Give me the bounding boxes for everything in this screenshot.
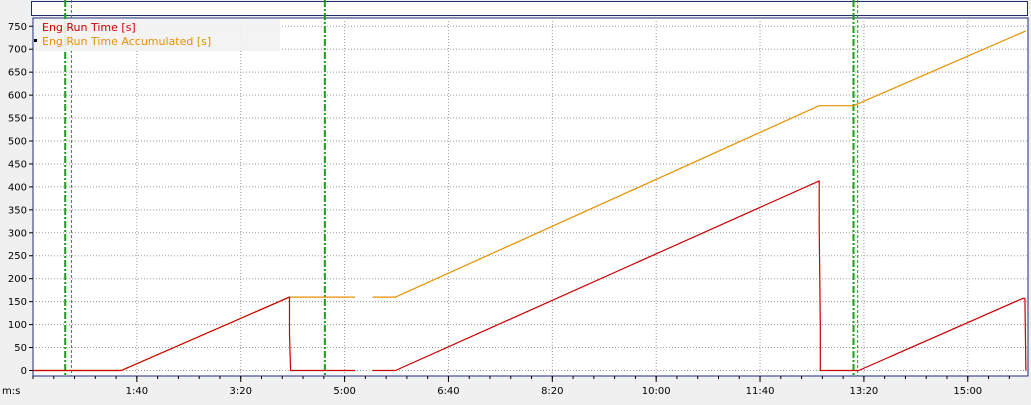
x-tick-label: 6:40 <box>437 386 459 397</box>
y-tick-label: 450 <box>8 159 27 170</box>
y-tick-label: 150 <box>8 297 27 308</box>
x-tick-label: 3:20 <box>229 386 251 397</box>
y-tick-label: 550 <box>8 114 27 125</box>
y-tick-label: 350 <box>8 205 27 216</box>
x-tick-label: 13:20 <box>849 386 878 397</box>
y-tick-label: 100 <box>8 320 27 331</box>
y-tick-label: 750 <box>8 22 27 33</box>
y-tick-label: 650 <box>8 68 27 79</box>
x-tick-label: 11:40 <box>746 386 775 397</box>
x-tick-label: 15:00 <box>953 386 982 397</box>
legend-entry: Eng Run Time [s] <box>42 21 136 34</box>
x-unit-label: m:s <box>2 386 20 397</box>
x-tick-label: 8:20 <box>541 386 563 397</box>
y-tick-label: 50 <box>14 343 27 354</box>
y-tick-label: 700 <box>8 45 27 56</box>
y-tick-label: 200 <box>8 274 27 285</box>
y-tick-label: 600 <box>8 91 27 102</box>
y-axis: 0 50 100 150 200 250 300 350 400 450 500 550 600 650 7… <box>8 22 33 377</box>
y-tick-label: 300 <box>8 228 27 239</box>
plot-area[interactable] <box>32 17 1029 377</box>
x-tick-label: 5:00 <box>333 386 355 397</box>
legend: Eng Run Time [s]Eng Run Time Accumulated… <box>34 19 280 51</box>
y-tick-label: 400 <box>8 182 27 193</box>
y-tick-label: 500 <box>8 137 27 148</box>
y-tick-label: 0 <box>21 366 27 377</box>
x-tick-label: 1:40 <box>126 386 148 397</box>
x-tick-label: 10:00 <box>642 386 671 397</box>
x-axis: 1:40 3:20 5:00 6:40 8:20 10:00 11:40 13:20 15:00 <box>32 376 1010 397</box>
legend-entry: Eng Run Time Accumulated [s] <box>42 35 211 48</box>
y-tick-label: 250 <box>8 251 27 262</box>
legend-marker <box>34 39 37 42</box>
chart: 0 50 100 150 200 250 300 350 400 450 500 550 600 650 7… <box>2 0 1029 397</box>
